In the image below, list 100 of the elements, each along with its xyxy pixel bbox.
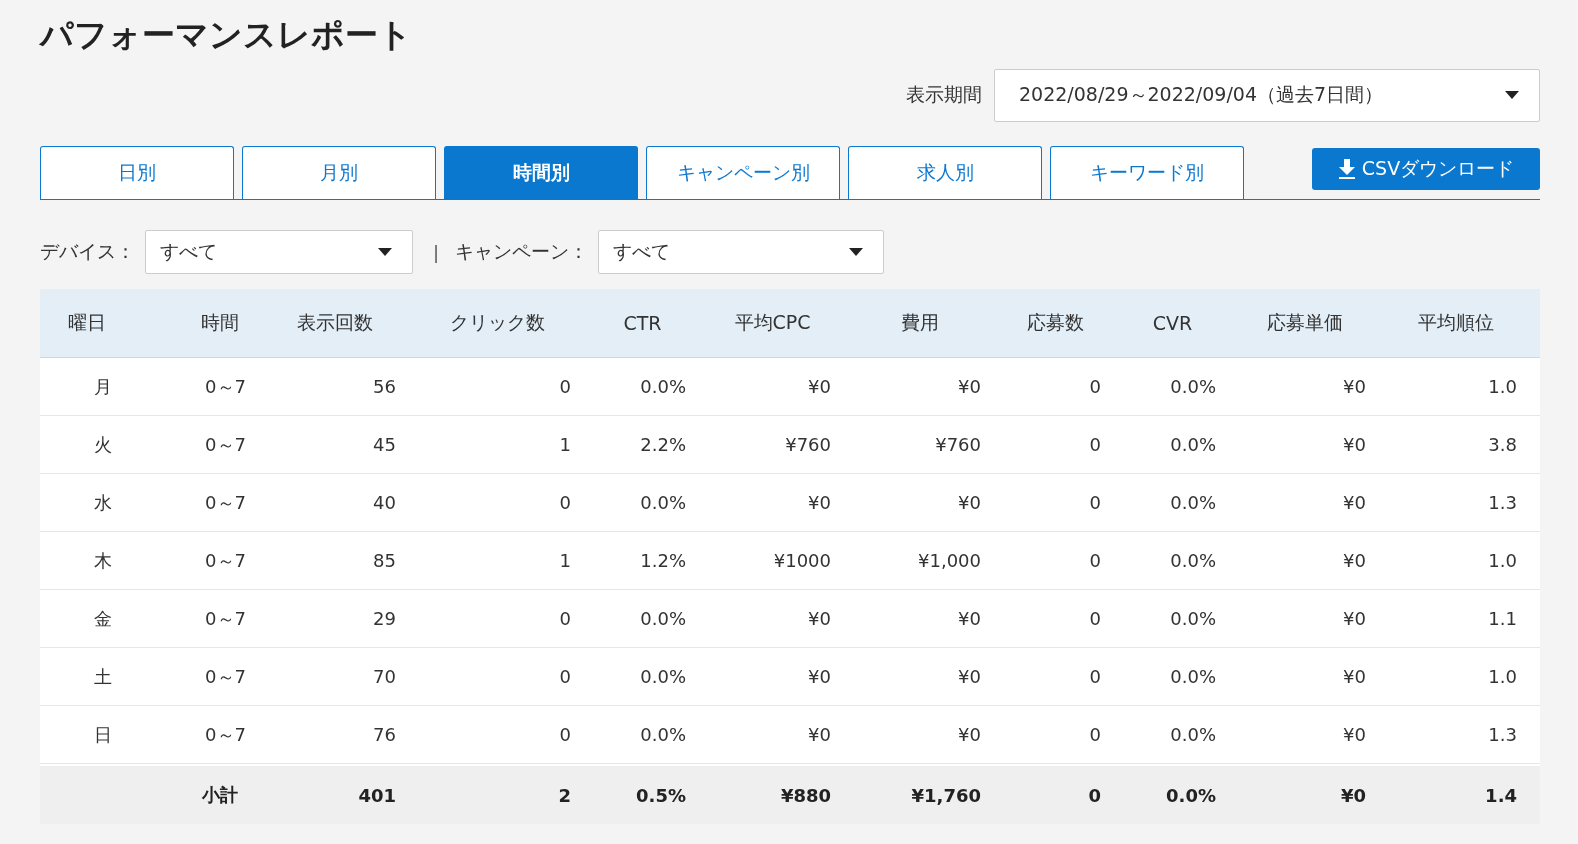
table-cell-text: 0 <box>558 724 572 745</box>
table-cell-text: ¥0 <box>807 724 832 745</box>
table-cell-text: 0～7 <box>204 606 247 631</box>
table-cell-text: 70 <box>372 666 397 687</box>
table-cell-text: ¥760 <box>934 434 982 455</box>
table-cell-text: 2 <box>557 784 572 806</box>
table-cell-text: 0.0% <box>639 666 687 687</box>
period-dropdown[interactable]: 2022/08/29～2022/09/04（過去7日間） <box>994 68 1540 122</box>
tab[interactable]: 月別 <box>242 146 436 199</box>
table-cell-text: 0.0% <box>639 724 687 745</box>
table-cell-text: 0～7 <box>204 374 247 399</box>
table-cell-text: 1.1 <box>1487 608 1518 629</box>
table-cell-text: 0.0% <box>639 492 687 513</box>
column-header: 応募単価 <box>1266 310 1344 335</box>
table-cell-text: 水 <box>93 490 113 515</box>
table-cell-text: 0.0% <box>639 376 687 397</box>
table-cell-text: 1 <box>558 434 572 455</box>
table-cell-text: 1.0 <box>1487 376 1518 397</box>
table-cell-text: ¥880 <box>779 784 832 806</box>
table-cell-text: ¥0 <box>957 666 982 687</box>
filter-label: デバイス： <box>40 239 135 264</box>
table-cell-text: 1.3 <box>1487 724 1518 745</box>
table-cell-text: 29 <box>372 608 397 629</box>
tab[interactable]: 日別 <box>40 146 234 199</box>
table-cell-text: ¥0 <box>1342 550 1367 571</box>
table-cell-text: ¥0 <box>807 666 832 687</box>
filter-dropdown[interactable]: すべて <box>145 230 413 274</box>
filter-separator: | <box>433 241 440 263</box>
table-cell-text: 0 <box>558 376 572 397</box>
page-title: パフォーマンスレポート <box>40 14 413 56</box>
table-cell-text: 0.0% <box>639 608 687 629</box>
table-cell-text: 2.2% <box>639 434 687 455</box>
table-cell-text: 0.0% <box>1169 376 1217 397</box>
table-cell-text: 401 <box>357 784 397 806</box>
table-cell-text: ¥0 <box>1342 434 1367 455</box>
caret-icon <box>1505 91 1519 99</box>
table-cell-text: ¥760 <box>784 434 832 455</box>
table-cell-text: 0.0% <box>1165 784 1217 806</box>
column-header: 曜日 <box>67 310 107 335</box>
column-header: 平均CPC <box>733 310 812 335</box>
csv-download-button[interactable]: CSVダウンロード <box>1312 148 1540 190</box>
table-cell-text: 0.5% <box>635 784 687 806</box>
table-cell-text: 0 <box>1088 434 1102 455</box>
table-cell-text: 0 <box>1088 666 1102 687</box>
table-cell-text: 0～7 <box>204 432 247 457</box>
column-header: 費用 <box>900 310 940 335</box>
table-cell-text: 0 <box>1088 608 1102 629</box>
table-cell-text: 1.4 <box>1484 784 1518 806</box>
table-cell-text: 金 <box>93 606 113 631</box>
filter-dropdown[interactable]: すべて <box>598 230 885 274</box>
table-cell-text: 56 <box>372 376 397 397</box>
table-cell-text: 月 <box>93 374 113 399</box>
table-cell-text: 0 <box>1088 492 1102 513</box>
table-cell-text: 0 <box>558 608 572 629</box>
table-cell-text: ¥0 <box>807 492 832 513</box>
table-cell-text: ¥1,760 <box>910 784 982 806</box>
period-label: 表示期間 <box>906 82 982 107</box>
table-cell-text: 3.8 <box>1487 434 1518 455</box>
column-header: CTR <box>622 312 663 334</box>
column-header: 応募数 <box>1025 310 1085 335</box>
table-cell-text: ¥0 <box>1342 724 1367 745</box>
table-cell-text: 0 <box>1087 784 1102 806</box>
table-cell-text: 日 <box>93 722 113 747</box>
table-cell-text: ¥0 <box>957 492 982 513</box>
caret-icon <box>849 248 864 256</box>
tab[interactable]: 時間別 <box>444 146 638 199</box>
table-cell-text: ¥0 <box>807 608 832 629</box>
table-cell-text: ¥0 <box>1342 376 1367 397</box>
table-cell-text: 1.0 <box>1487 666 1518 687</box>
table-cell-text: 0～7 <box>204 548 247 573</box>
table-cell-text: 0～7 <box>204 490 247 515</box>
column-header: 平均順位 <box>1416 310 1495 335</box>
column-header: CVR <box>1151 312 1194 334</box>
tab[interactable]: キャンペーン別 <box>646 146 840 199</box>
table-cell-text: 0 <box>1088 376 1102 397</box>
table-cell-text: 木 <box>93 548 113 573</box>
tab[interactable]: 求人別 <box>848 146 1042 199</box>
table-cell-text: ¥0 <box>1339 784 1367 806</box>
column-header: クリック数 <box>449 310 546 335</box>
table-cell-text: 火 <box>93 432 113 457</box>
table-cell-text: 0 <box>1088 550 1102 571</box>
table-cell-text: 0 <box>558 492 572 513</box>
table-cell-text: 0 <box>558 666 572 687</box>
table-cell-text: 1.0 <box>1487 550 1518 571</box>
table-cell-text: ¥1000 <box>772 550 832 571</box>
table-cell-text: 1.3 <box>1487 492 1518 513</box>
table-cell-text: ¥0 <box>1342 608 1367 629</box>
table-cell-text: 0～7 <box>204 664 247 689</box>
table-cell-text: 0.0% <box>1169 666 1217 687</box>
table-cell-text: 土 <box>93 664 113 689</box>
table-cell-text: 40 <box>372 492 397 513</box>
table-cell-text: 1.2% <box>639 550 687 571</box>
table-cell-text: 85 <box>372 550 397 571</box>
table-cell-text: ¥1,000 <box>917 550 982 571</box>
tab[interactable]: キーワード別 <box>1050 146 1244 199</box>
table-cell-text: 1 <box>558 550 572 571</box>
column-header: 表示回数 <box>296 310 374 335</box>
table-cell-text: 0.0% <box>1169 608 1217 629</box>
table-cell-text: ¥0 <box>957 608 982 629</box>
table-cell-text: 0.0% <box>1169 492 1217 513</box>
